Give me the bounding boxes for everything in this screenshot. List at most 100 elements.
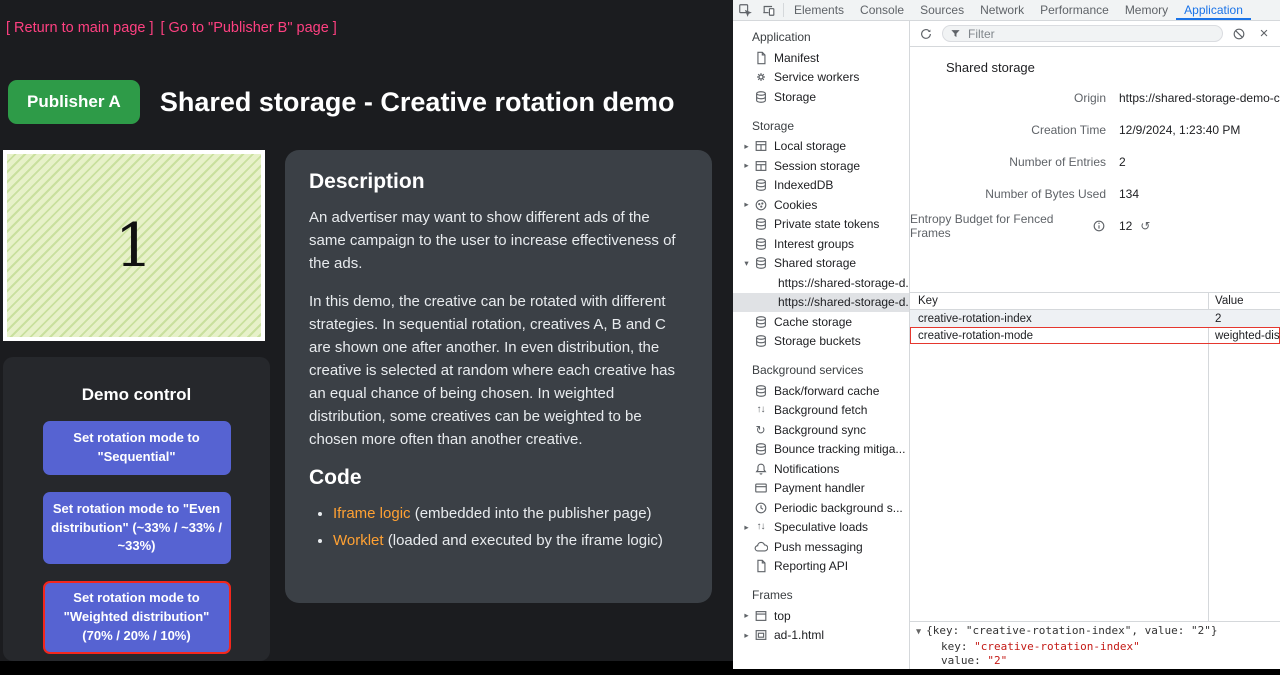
filter-input[interactable] <box>966 26 1219 42</box>
sidebar-item-manifest[interactable]: Manifest <box>733 48 909 68</box>
metadata-label: Number of Entries <box>910 155 1106 169</box>
expander-icon[interactable] <box>741 630 752 641</box>
expander-icon[interactable] <box>741 141 752 152</box>
description-paragraph-2: In this demo, the creative can be rotate… <box>309 290 688 451</box>
sidebar-item-private-state-tokens[interactable]: Private state tokens <box>733 215 909 235</box>
inspect-icon[interactable] <box>733 0 757 20</box>
filter-box[interactable] <box>942 25 1223 42</box>
preview-summary: {key: "creative-rotation-index", value: … <box>926 624 1217 637</box>
expander-icon[interactable] <box>741 258 752 269</box>
column-header-value[interactable]: Value <box>1208 295 1280 307</box>
tab-application[interactable]: Application <box>1176 0 1251 20</box>
sidebar-section-storage: Storage Local storage Session storage In… <box>733 107 909 352</box>
sidebar-item-label: Bounce tracking mitiga... <box>774 442 905 456</box>
demo-control-panel: Demo control Set rotation mode to "Seque… <box>3 357 270 661</box>
sidebar-item-shared-storage[interactable]: Shared storage <box>733 254 909 274</box>
sidebar-item-background-fetch[interactable]: ↑↓Background fetch <box>733 401 909 421</box>
table-row-rotation-mode[interactable]: creative-rotation-mode weighted-dist <box>910 327 1280 344</box>
rotation-button-weighted-distribution[interactable]: Set rotation mode to "Weighted distribut… <box>43 581 231 654</box>
expander-icon[interactable] <box>741 160 752 171</box>
tab-memory[interactable]: Memory <box>1117 0 1176 20</box>
database-icon <box>753 256 768 271</box>
sidebar-item-top-frame[interactable]: top <box>733 606 909 626</box>
metadata-row-origin: Origin https://shared-storage-demo-co <box>910 82 1280 114</box>
expander-icon[interactable] <box>741 610 752 621</box>
column-header-key[interactable]: Key <box>910 295 1208 307</box>
table-row-rotation-index[interactable]: creative-rotation-index 2 <box>910 310 1280 327</box>
preview-summary-line[interactable]: {key: "creative-rotation-index", value: … <box>916 624 1274 640</box>
tab-performance[interactable]: Performance <box>1032 0 1117 20</box>
table-header-row: Key Value <box>910 293 1280 310</box>
info-icon[interactable] <box>1092 219 1106 233</box>
sidebar-item-label: Notifications <box>774 462 839 476</box>
sidebar-item-storage[interactable]: Storage <box>733 87 909 107</box>
ad-creative[interactable]: 1 <box>3 150 265 341</box>
sidebar-item-notifications[interactable]: Notifications <box>733 459 909 479</box>
sidebar-item-label: Push messaging <box>774 540 863 554</box>
device-toolbar-icon[interactable] <box>757 0 781 20</box>
close-icon[interactable]: × <box>1255 25 1273 43</box>
clock-icon <box>753 500 768 515</box>
publisher-page: [ Return to main page ] [ Go to "Publish… <box>0 0 733 661</box>
sidebar-item-back-forward-cache[interactable]: Back/forward cache <box>733 381 909 401</box>
sidebar-item-bounce-tracking[interactable]: Bounce tracking mitiga... <box>733 440 909 460</box>
rotation-button-even-distribution[interactable]: Set rotation mode to "Even distribution"… <box>43 492 231 565</box>
cookie-icon <box>753 197 768 212</box>
application-sidebar: Application Manifest Service workers Sto… <box>733 21 910 669</box>
sidebar-item-shared-storage-origin-2[interactable]: https://shared-storage-d... <box>733 293 909 313</box>
return-main-link[interactable]: [ Return to main page ] <box>6 20 154 36</box>
worklet-link[interactable]: Worklet <box>333 532 384 549</box>
sidebar-item-speculative-loads[interactable]: ↑↓Speculative loads <box>733 518 909 538</box>
sidebar-item-indexeddb[interactable]: IndexedDB <box>733 176 909 196</box>
code-item-iframe: Iframe logic (embedded into the publishe… <box>333 502 688 526</box>
tab-network[interactable]: Network <box>972 0 1032 20</box>
iframe-logic-link[interactable]: Iframe logic <box>333 505 411 522</box>
preview-pane: {key: "creative-rotation-index", value: … <box>910 621 1280 669</box>
metadata-label: Creation Time <box>910 123 1106 137</box>
reset-budget-icon[interactable]: ↺ <box>1140 220 1150 232</box>
database-icon <box>753 89 768 104</box>
sidebar-item-periodic-background-sync[interactable]: Periodic background s... <box>733 498 909 518</box>
metadata-row-entropy-budget: Entropy Budget for Fenced Frames 12↺ <box>910 210 1280 242</box>
sidebar-item-reporting-api[interactable]: Reporting API <box>733 557 909 577</box>
sidebar-item-storage-buckets[interactable]: Storage buckets <box>733 332 909 352</box>
database-icon <box>753 178 768 193</box>
tab-elements[interactable]: Elements <box>786 0 852 20</box>
arrows-icon: ↑↓ <box>753 520 768 535</box>
sidebar-item-label: Storage buckets <box>774 334 861 348</box>
expander-icon[interactable] <box>741 199 752 210</box>
storage-entries-grid: Key Value creative-rotation-index 2 crea… <box>910 292 1280 621</box>
expander-icon[interactable] <box>741 522 752 533</box>
sidebar-item-background-sync[interactable]: ↻Background sync <box>733 420 909 440</box>
sidebar-item-service-workers[interactable]: Service workers <box>733 68 909 88</box>
sidebar-item-interest-groups[interactable]: Interest groups <box>733 234 909 254</box>
sidebar-item-session-storage[interactable]: Session storage <box>733 156 909 176</box>
publisher-b-link[interactable]: [ Go to "Publisher B" page ] <box>161 20 337 36</box>
description-paragraph-1: An advertiser may want to show different… <box>309 206 688 275</box>
sidebar-item-cookies[interactable]: Cookies <box>733 195 909 215</box>
sidebar-item-shared-storage-origin-1[interactable]: https://shared-storage-d... <box>733 273 909 293</box>
document-icon <box>753 559 768 574</box>
tab-console[interactable]: Console <box>852 0 912 20</box>
preview-prop-key: key: "creative-rotation-index" <box>916 640 1274 655</box>
tab-sources[interactable]: Sources <box>912 0 972 20</box>
rotation-button-sequential[interactable]: Set rotation mode to "Sequential" <box>43 421 231 475</box>
sidebar-item-push-messaging[interactable]: Push messaging <box>733 537 909 557</box>
refresh-button[interactable] <box>917 25 935 43</box>
sidebar-item-ad1-frame[interactable]: ad-1.html <box>733 626 909 646</box>
filter-funnel-icon <box>950 28 961 39</box>
sidebar-item-payment-handler[interactable]: Payment handler <box>733 479 909 499</box>
bell-icon <box>753 461 768 476</box>
sidebar-item-label: Private state tokens <box>774 217 879 231</box>
shared-storage-panel: × Shared storage Origin https://shared-s… <box>910 21 1280 669</box>
database-icon <box>753 442 768 457</box>
sidebar-item-local-storage[interactable]: Local storage <box>733 137 909 157</box>
sidebar-item-label: Shared storage <box>774 256 856 270</box>
header-row: Publisher A Shared storage - Creative ro… <box>8 80 674 124</box>
creative-number: 1 <box>115 211 153 281</box>
code-item-text: (loaded and executed by the iframe logic… <box>384 532 663 549</box>
iframe-icon <box>753 628 768 643</box>
clear-button[interactable] <box>1230 25 1248 43</box>
sidebar-item-cache-storage[interactable]: Cache storage <box>733 312 909 332</box>
disclosure-triangle-icon[interactable] <box>916 624 926 637</box>
